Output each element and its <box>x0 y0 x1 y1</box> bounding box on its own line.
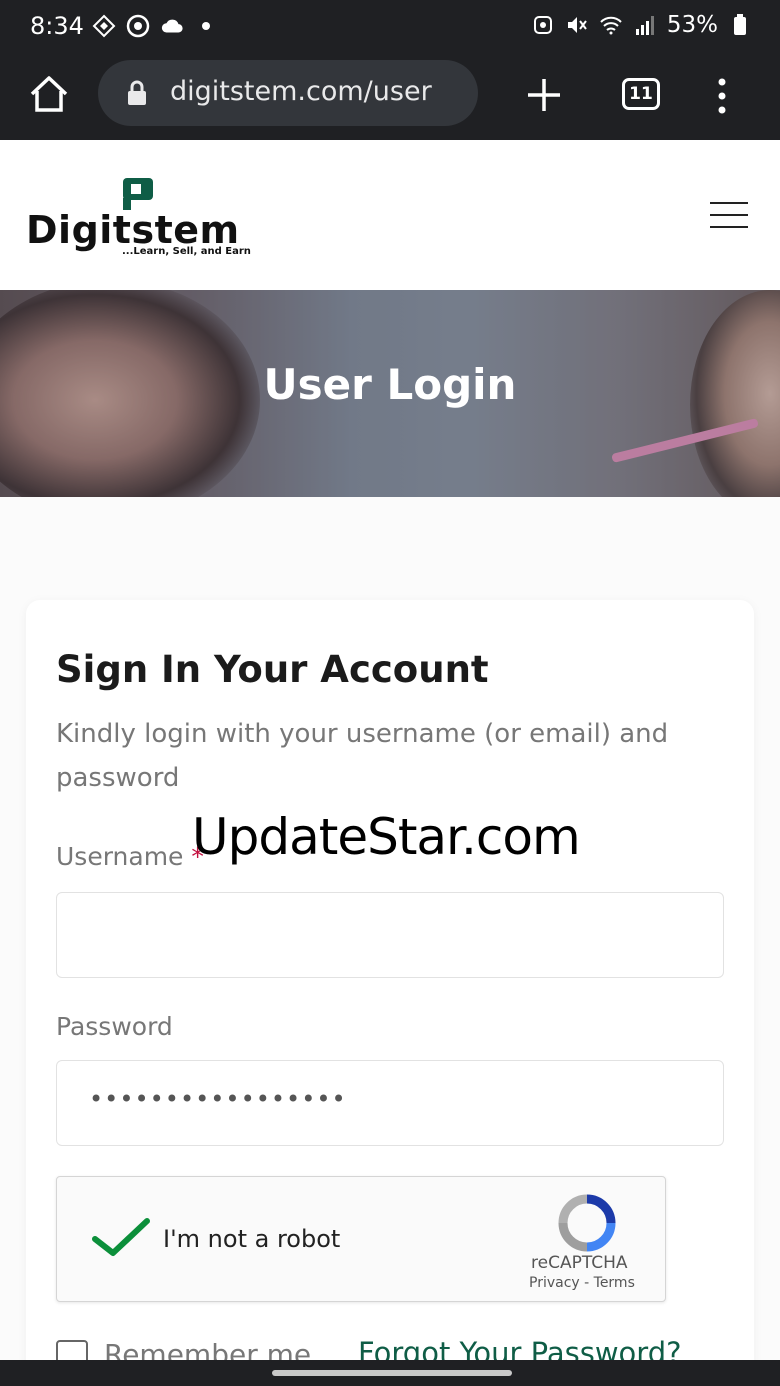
username-label: Username * <box>56 842 204 871</box>
login-subtitle: Kindly login with your username (or emai… <box>56 719 669 793</box>
login-card: Sign In Your Account Kindly login with y… <box>26 600 754 1360</box>
status-bar: 8:34 53% <box>0 0 780 56</box>
remember-me-checkbox[interactable] <box>56 1340 88 1360</box>
password-label: Password <box>56 1012 173 1041</box>
recaptcha-brand: reCAPTCHA <box>531 1253 628 1273</box>
username-input[interactable] <box>56 892 724 978</box>
username-label-text: Username <box>56 842 184 871</box>
hamburger-menu-icon[interactable] <box>710 202 750 230</box>
forgot-password-link[interactable]: Forgot Your Password? <box>358 1336 682 1360</box>
dot-icon <box>202 22 210 30</box>
status-time: 8:34 <box>30 12 84 40</box>
signal-icon <box>635 16 654 35</box>
chrome-icon <box>126 14 150 38</box>
browser-toolbar: digitstem.com/user 11 <box>0 56 780 196</box>
home-icon[interactable] <box>28 74 70 114</box>
mute-icon <box>567 17 587 33</box>
watermark-text: UpdateStar.com <box>192 808 581 866</box>
cloud-icon <box>161 19 183 33</box>
nav-diamond-icon <box>92 14 116 38</box>
recaptcha-logo-icon <box>558 1194 616 1252</box>
password-value: ••••••••••••••••• <box>89 1085 347 1113</box>
status-notification-icons <box>92 14 218 38</box>
login-title: Sign In Your Account <box>56 648 489 691</box>
wifi-icon <box>600 16 622 35</box>
url-text: digitstem.com/user <box>170 76 432 107</box>
recycle-icon <box>533 16 552 34</box>
web-page: Digitstem ...Learn, Sell, and Earn User … <box>0 140 780 1360</box>
status-right: 53% <box>531 12 752 38</box>
gesture-handle[interactable] <box>272 1370 512 1376</box>
remember-me-label[interactable]: Remember me <box>104 1338 311 1360</box>
checkmark-icon[interactable] <box>91 1215 151 1259</box>
site-header: Digitstem ...Learn, Sell, and Earn <box>0 140 780 290</box>
hero-banner: User Login <box>0 290 780 497</box>
digitstem-logo-mark[interactable] <box>119 176 159 212</box>
logo-tagline: ...Learn, Sell, and Earn <box>122 246 251 257</box>
tab-switcher-button[interactable]: 11 <box>622 78 660 110</box>
system-nav-bar <box>0 1360 780 1386</box>
new-tab-icon[interactable] <box>525 76 563 114</box>
recaptcha-privacy-terms[interactable]: Privacy - Terms <box>529 1275 635 1291</box>
page-title: User Login <box>263 360 517 409</box>
recaptcha-widget[interactable]: I'm not a robot reCAPTCHA Privacy - Term… <box>56 1176 666 1302</box>
more-menu-icon[interactable] <box>712 76 732 116</box>
battery-icon <box>734 14 746 35</box>
password-input[interactable]: ••••••••••••••••• <box>56 1060 724 1146</box>
address-bar[interactable]: digitstem.com/user <box>98 60 478 126</box>
lock-icon <box>128 80 146 105</box>
battery-percent: 53% <box>666 12 718 38</box>
captcha-label: I'm not a robot <box>163 1225 341 1253</box>
